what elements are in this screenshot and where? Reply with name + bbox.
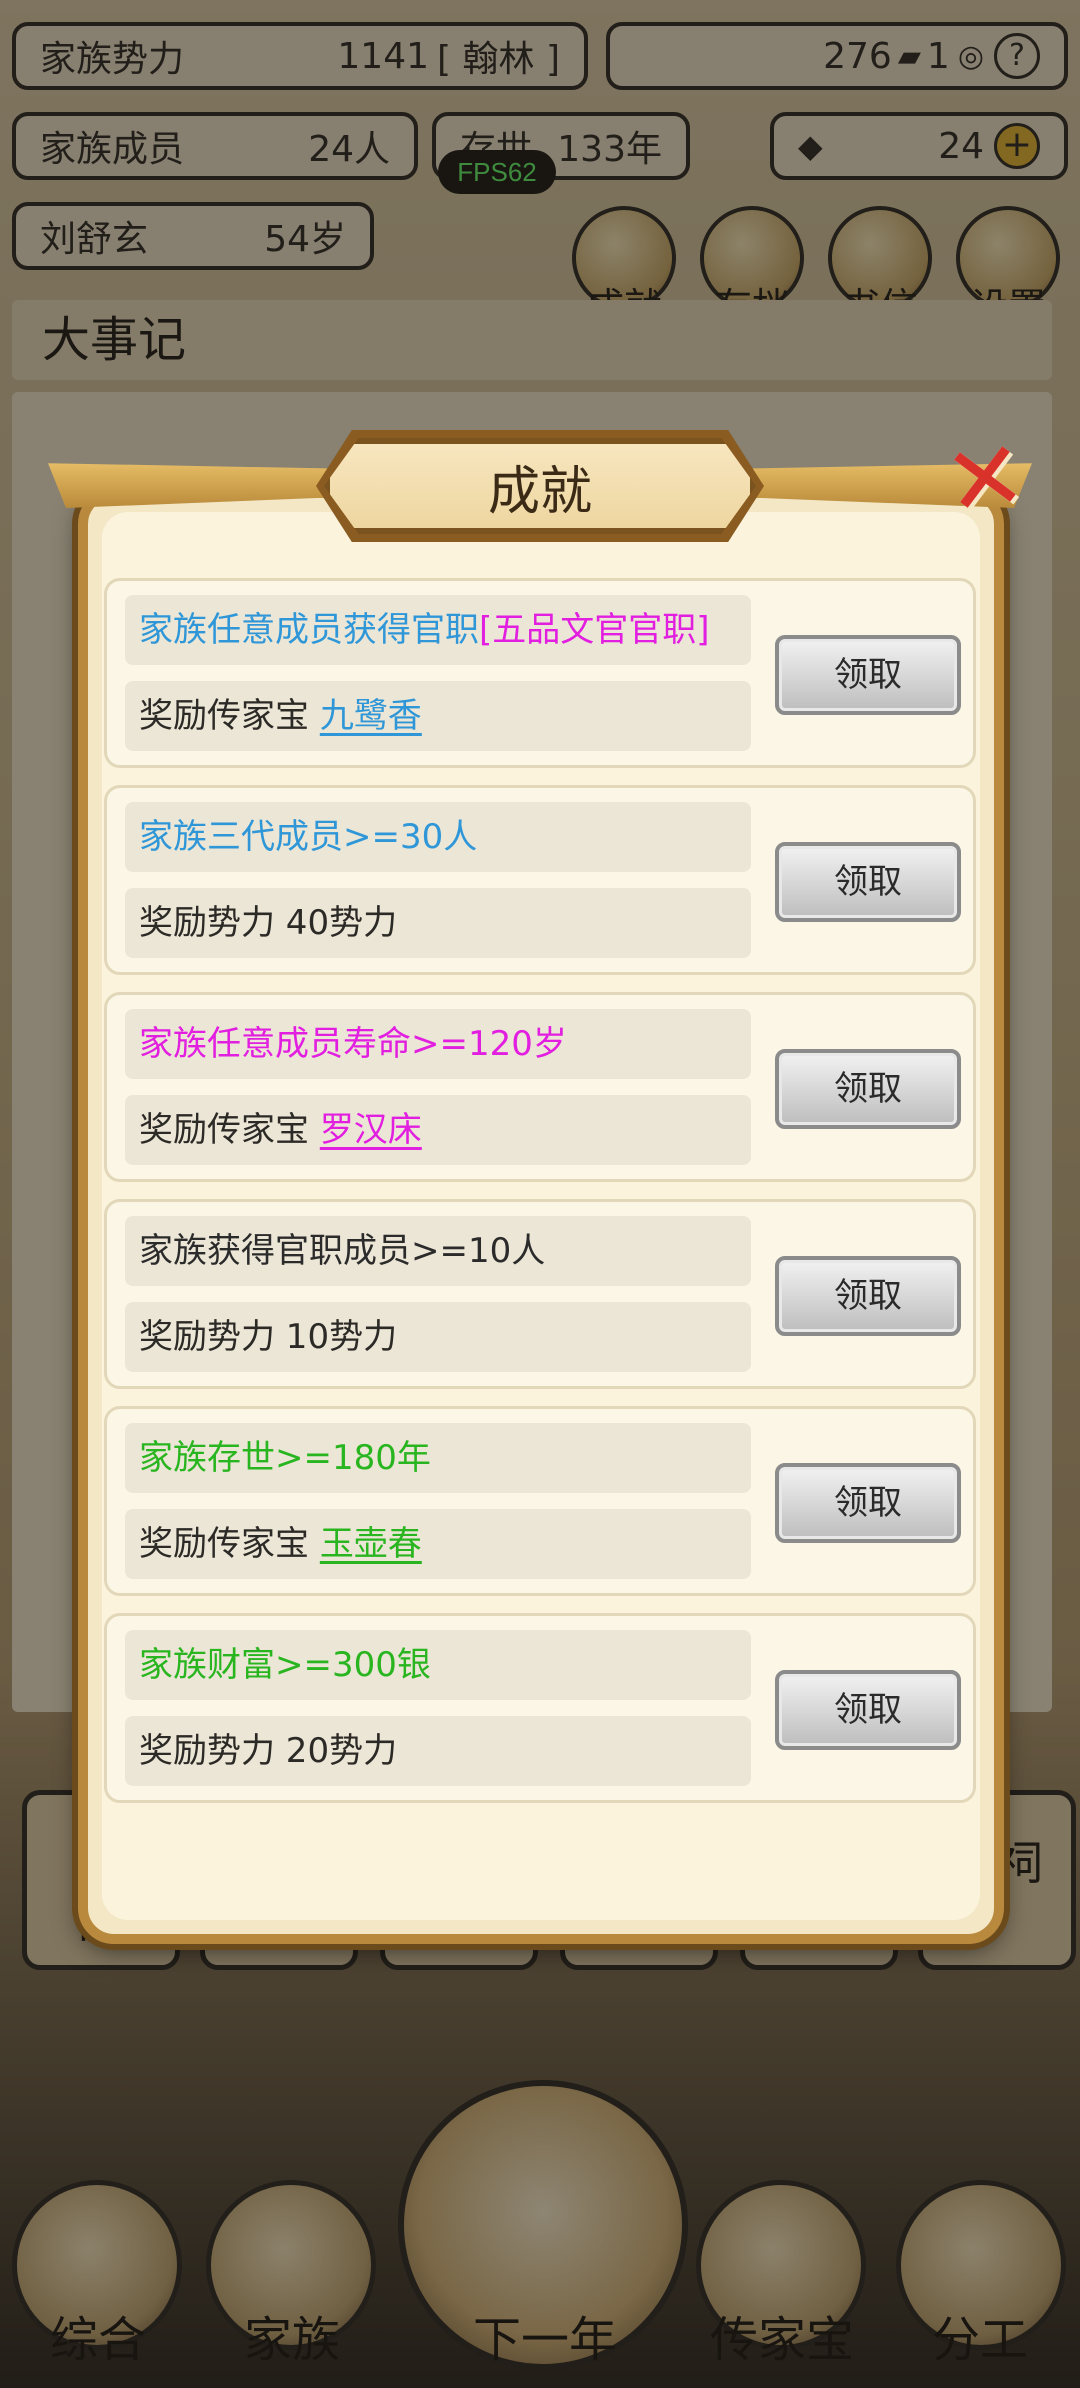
achievement-reward-text: 奖励势力 10势力	[139, 1317, 398, 1357]
achievement-card: 家族财富>=300银 奖励势力 20势力 领取	[104, 1613, 976, 1803]
achievement-reward-text: 奖励传家宝	[139, 1524, 320, 1564]
achievement-goal-extra: [五品文官官职]	[479, 610, 710, 650]
close-icon: ✕	[937, 417, 1033, 541]
achievement-reward: 奖励传家宝 罗汉床	[125, 1095, 751, 1165]
claim-button[interactable]: 领取	[775, 842, 961, 922]
achievement-reward-text: 奖励势力 20势力	[139, 1731, 398, 1771]
achievement-goal-text: 家族存世>=180年	[139, 1438, 431, 1478]
achievement-goal: 家族存世>=180年	[125, 1423, 751, 1493]
title-banner: 成就	[324, 438, 756, 534]
achievement-reward-text: 奖励传家宝	[139, 696, 320, 736]
achievement-card: 家族三代成员>=30人 奖励势力 40势力 领取	[104, 785, 976, 975]
heirloom-link[interactable]: 罗汉床	[320, 1110, 422, 1150]
achievement-goal-text: 家族任意成员寿命>=120岁	[139, 1024, 567, 1064]
achievement-reward: 奖励势力 40势力	[125, 888, 751, 958]
close-button[interactable]: ✕	[937, 418, 1032, 540]
achievement-card: 家族任意成员获得官职[五品文官官职] 奖励传家宝 九鹭香 领取	[104, 578, 976, 768]
achievement-reward: 奖励势力 10势力	[125, 1302, 751, 1372]
achievement-reward: 奖励势力 20势力	[125, 1716, 751, 1786]
achievement-goal: 家族三代成员>=30人	[125, 802, 751, 872]
achievement-reward-text: 奖励势力 40势力	[139, 903, 398, 943]
achievement-goal-text: 家族三代成员>=30人	[139, 817, 478, 857]
claim-button[interactable]: 领取	[775, 1049, 961, 1129]
achievement-goal: 家族任意成员获得官职[五品文官官职]	[125, 595, 751, 665]
achievement-goal-text: 家族任意成员获得官职	[139, 610, 479, 650]
achievement-reward-text: 奖励传家宝	[139, 1110, 320, 1150]
achievement-reward: 奖励传家宝 玉壶春	[125, 1509, 751, 1579]
achievement-goal: 家族财富>=300银	[125, 1630, 751, 1700]
claim-button[interactable]: 领取	[775, 1463, 961, 1543]
claim-button[interactable]: 领取	[775, 1670, 961, 1750]
achievement-goal-text: 家族获得官职成员>=10人	[139, 1231, 546, 1271]
achievement-card: 家族存世>=180年 奖励传家宝 玉壶春 领取	[104, 1406, 976, 1596]
claim-button[interactable]: 领取	[775, 1256, 961, 1336]
dialog-title: 成就	[487, 461, 592, 522]
achievement-card: 家族任意成员寿命>=120岁 奖励传家宝 罗汉床 领取	[104, 992, 976, 1182]
achievement-reward: 奖励传家宝 九鹭香	[125, 681, 751, 751]
heirloom-link[interactable]: 九鹭香	[320, 696, 422, 736]
achievement-goal: 家族获得官职成员>=10人	[125, 1216, 751, 1286]
heirloom-link[interactable]: 玉壶春	[320, 1524, 422, 1564]
claim-button[interactable]: 领取	[775, 635, 961, 715]
achievement-goal-text: 家族财富>=300银	[139, 1645, 431, 1685]
achievement-goal: 家族任意成员寿命>=120岁	[125, 1009, 751, 1079]
achievement-card: 家族获得官职成员>=10人 奖励势力 10势力 领取	[104, 1199, 976, 1389]
